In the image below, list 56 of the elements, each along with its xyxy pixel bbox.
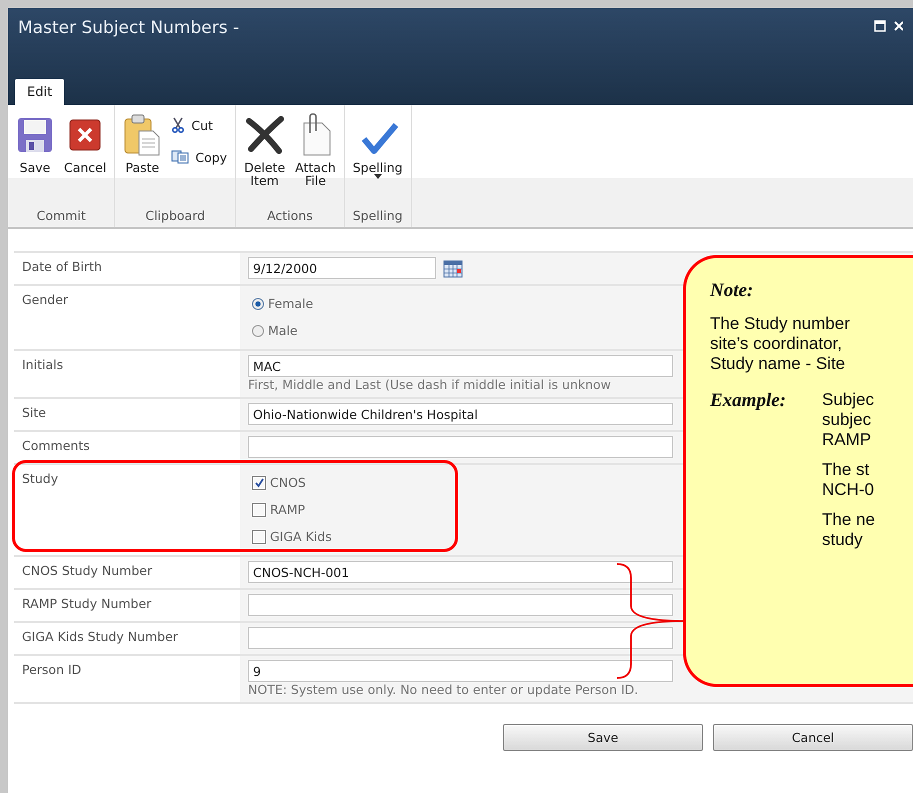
caret-icon (374, 174, 382, 179)
example-text: The ne study (822, 510, 875, 550)
field-hint: First, Middle and Last (Use dash if middle initial is unknow (248, 377, 612, 392)
field-label: Site (21, 404, 47, 422)
field-hint: NOTE: System use only. No need to enter or update Person ID. (248, 682, 640, 697)
radio-option[interactable]: Female (248, 290, 314, 317)
delete-item-button[interactable]: Delete Item (240, 113, 290, 197)
text-field[interactable]: CNOS-NCH-001 (248, 561, 673, 583)
cut-button[interactable]: Cut (167, 113, 232, 137)
cancel-button[interactable]: Cancel (60, 113, 110, 197)
field-label: Gender (21, 291, 70, 309)
close-icon[interactable] (894, 20, 903, 32)
text-field[interactable] (248, 594, 673, 616)
copy-button[interactable]: Copy (167, 145, 232, 169)
checkbox-option[interactable]: CNOS (248, 469, 306, 496)
field-label: Person ID (21, 661, 82, 679)
checkbox-option[interactable]: RAMP (248, 496, 306, 523)
text-field[interactable]: MAC (248, 355, 673, 377)
checkbox-option[interactable]: GIGA Kids (248, 523, 332, 550)
maximize-icon[interactable] (874, 20, 886, 32)
field-label: CNOS Study Number (21, 562, 154, 580)
field-label: Study (21, 470, 60, 488)
ribbon-group-label: Actions (266, 208, 314, 225)
clipboard-icon (123, 113, 162, 157)
ribbon-group-label: Commit (36, 208, 87, 225)
window-title: Master Subject Numbers - (18, 18, 240, 38)
field-label: RAMP Study Number (21, 595, 152, 613)
spelling-button[interactable]: Spelling (348, 113, 407, 197)
field-label: Initials (21, 356, 64, 374)
attach-file-button[interactable]: Attach File (291, 113, 340, 197)
cancel-button[interactable]: Cancel (713, 724, 913, 751)
save-button[interactable]: Save (12, 113, 58, 197)
paste-button[interactable]: Paste (119, 113, 166, 197)
radio-option[interactable]: Male (248, 317, 298, 344)
calendar-icon[interactable] (443, 258, 463, 278)
text-field[interactable] (248, 627, 673, 649)
ribbon-group-label: Clipboard (144, 208, 206, 225)
ribbon-group-label: Spelling (352, 208, 404, 225)
note-text: The Study number site’s coordinator, Study name - Site (710, 314, 851, 374)
check-icon (254, 477, 264, 488)
text-field[interactable] (248, 436, 673, 458)
note-title: Note: (710, 280, 754, 302)
example-label: Example: (710, 390, 787, 413)
field-label: GIGA Kids Study Number (21, 628, 179, 646)
save-button[interactable]: Save (503, 724, 703, 751)
text-field[interactable]: 9 (248, 660, 673, 682)
field-label: Comments (21, 437, 91, 455)
example-text: The st NCH-0 (822, 460, 875, 500)
scissors-icon (171, 117, 186, 133)
x-mark-icon (244, 113, 285, 157)
date-field[interactable]: 9/12/2000 (248, 257, 436, 279)
field-label: Date of Birth (21, 258, 103, 276)
text-field[interactable]: Ohio-Nationwide Children's Hospital (248, 403, 673, 425)
example-text: Subjec subjec RAMP (822, 390, 875, 450)
ribbon-tab[interactable]: Edit (15, 79, 64, 105)
copy-icon (171, 150, 190, 164)
